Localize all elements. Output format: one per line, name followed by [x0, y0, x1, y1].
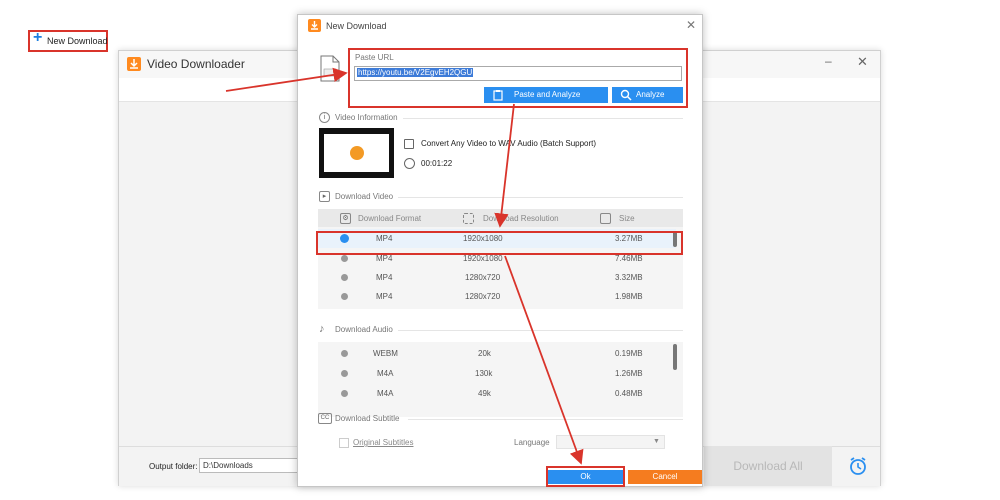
audio-bitrate: 20k — [478, 349, 491, 358]
video-thumbnail — [319, 128, 394, 178]
audio-format-table: WEBM 20k 0.19MB M4A 130k 1.26MB M4A 49k … — [318, 342, 683, 417]
video-size: 3.32MB — [615, 273, 643, 282]
unselected-dot-icon — [341, 350, 348, 357]
video-row[interactable]: MP4 1280x720 3.32MB — [318, 268, 676, 287]
audio-format: M4A — [377, 389, 394, 398]
download-video-heading: Download Video — [335, 192, 394, 201]
audio-size: 0.19MB — [615, 349, 643, 358]
divider — [398, 330, 683, 331]
audio-size: 0.48MB — [615, 389, 643, 398]
film-icon: ▸ — [319, 191, 330, 202]
video-resolution: 1920x1080 — [463, 254, 503, 263]
language-select[interactable] — [556, 435, 665, 449]
language-label: Language — [514, 438, 550, 447]
folder-icon — [600, 213, 611, 224]
output-folder-label: Output folder: — [149, 462, 198, 471]
audio-row[interactable]: WEBM 20k 0.19MB — [318, 344, 676, 363]
new-download-button[interactable]: New Download — [47, 36, 108, 46]
video-format: MP4 — [376, 292, 393, 301]
video-resolution: 1280x720 — [465, 273, 501, 282]
video-size: 7.46MB — [615, 254, 643, 263]
column-header-resolution: Download Resolution — [483, 214, 559, 223]
download-all-button[interactable]: Download All — [704, 446, 832, 486]
clipboard-icon — [492, 89, 504, 101]
paste-url-label: Paste URL — [355, 53, 394, 62]
selected-video-highlight — [316, 231, 683, 255]
output-folder-field[interactable]: D:\Downloads — [199, 458, 299, 473]
audio-size: 1.26MB — [615, 369, 643, 378]
audio-bitrate: 49k — [478, 389, 491, 398]
video-resolution: 1280x720 — [465, 292, 501, 301]
dialog-close-icon[interactable]: ✕ — [686, 18, 696, 32]
format-icon: ⚙ — [340, 213, 351, 224]
clock-icon — [404, 158, 415, 169]
audio-scrollbar[interactable] — [673, 344, 677, 370]
close-icon[interactable]: ✕ — [857, 54, 868, 70]
column-header-size: Size — [619, 214, 635, 223]
divider — [398, 197, 683, 198]
ok-button-highlight — [546, 466, 625, 487]
video-format: MP4 — [376, 254, 393, 263]
audio-bitrate: 130k — [475, 369, 493, 378]
audio-format: WEBM — [373, 349, 398, 358]
video-duration: 00:01:22 — [421, 159, 453, 168]
video-title: Convert Any Video to WAV Audio (Batch Su… — [421, 139, 597, 148]
music-note-icon: ♪ — [319, 323, 325, 335]
main-window-title: Video Downloader — [147, 57, 245, 71]
video-size: 1.98MB — [615, 292, 643, 301]
unselected-dot-icon — [341, 390, 348, 397]
unselected-dot-icon — [341, 274, 348, 281]
download-audio-heading: Download Audio — [335, 325, 393, 334]
video-format: MP4 — [376, 273, 393, 282]
url-input[interactable]: https://youtu.be/V2EgvEH2QGU — [354, 66, 682, 81]
cancel-button[interactable]: Cancel — [628, 470, 702, 484]
audio-row[interactable]: M4A 49k 0.48MB — [318, 384, 676, 403]
search-icon — [620, 89, 632, 101]
unselected-dot-icon — [341, 293, 348, 300]
divider — [408, 419, 683, 420]
thumbnail-logo-icon — [350, 146, 364, 160]
unselected-dot-icon — [341, 255, 348, 262]
resolution-icon — [463, 213, 474, 224]
video-format-table: ⚙ Download Format Download Resolution Si… — [318, 209, 683, 309]
alarm-clock-icon[interactable] — [847, 455, 869, 477]
audio-format: M4A — [377, 369, 394, 378]
video-row[interactable]: MP4 1280x720 1.98MB — [318, 287, 676, 306]
paste-and-analyze-button[interactable]: Paste and Analyze — [484, 87, 608, 103]
app-logo-icon — [127, 57, 141, 71]
original-subtitles-label[interactable]: Original Subtitles — [353, 438, 413, 447]
thumbnail-frame — [324, 134, 389, 172]
analyze-button[interactable]: Analyze — [612, 87, 683, 103]
original-subtitles-checkbox[interactable] — [339, 438, 349, 448]
chevron-down-icon[interactable]: ▼ — [653, 438, 660, 445]
column-header-format: Download Format — [358, 214, 422, 223]
audio-row[interactable]: M4A 130k 1.26MB — [318, 364, 676, 383]
url-file-icon — [318, 55, 342, 83]
paste-and-analyze-label: Paste and Analyze — [514, 90, 581, 99]
new-download-dialog: New Download ✕ Paste URL https://youtu.b… — [297, 14, 703, 487]
download-subtitle-heading: Download Subtitle — [335, 414, 400, 423]
dialog-title: New Download — [326, 21, 387, 31]
info-icon: i — [319, 112, 330, 123]
unselected-dot-icon — [341, 370, 348, 377]
url-input-value: https://youtu.be/V2EgvEH2QGU — [357, 68, 474, 77]
minimize-icon[interactable]: – — [825, 54, 832, 68]
video-information-heading: Video Information — [335, 113, 398, 122]
table-header: ⚙ Download Format Download Resolution Si… — [318, 209, 683, 227]
divider — [403, 118, 683, 119]
plus-icon[interactable]: + — [33, 29, 42, 47]
video-file-icon — [404, 139, 414, 149]
dialog-logo-icon — [308, 19, 321, 32]
analyze-label: Analyze — [636, 90, 665, 99]
cc-icon: CC — [318, 413, 332, 424]
